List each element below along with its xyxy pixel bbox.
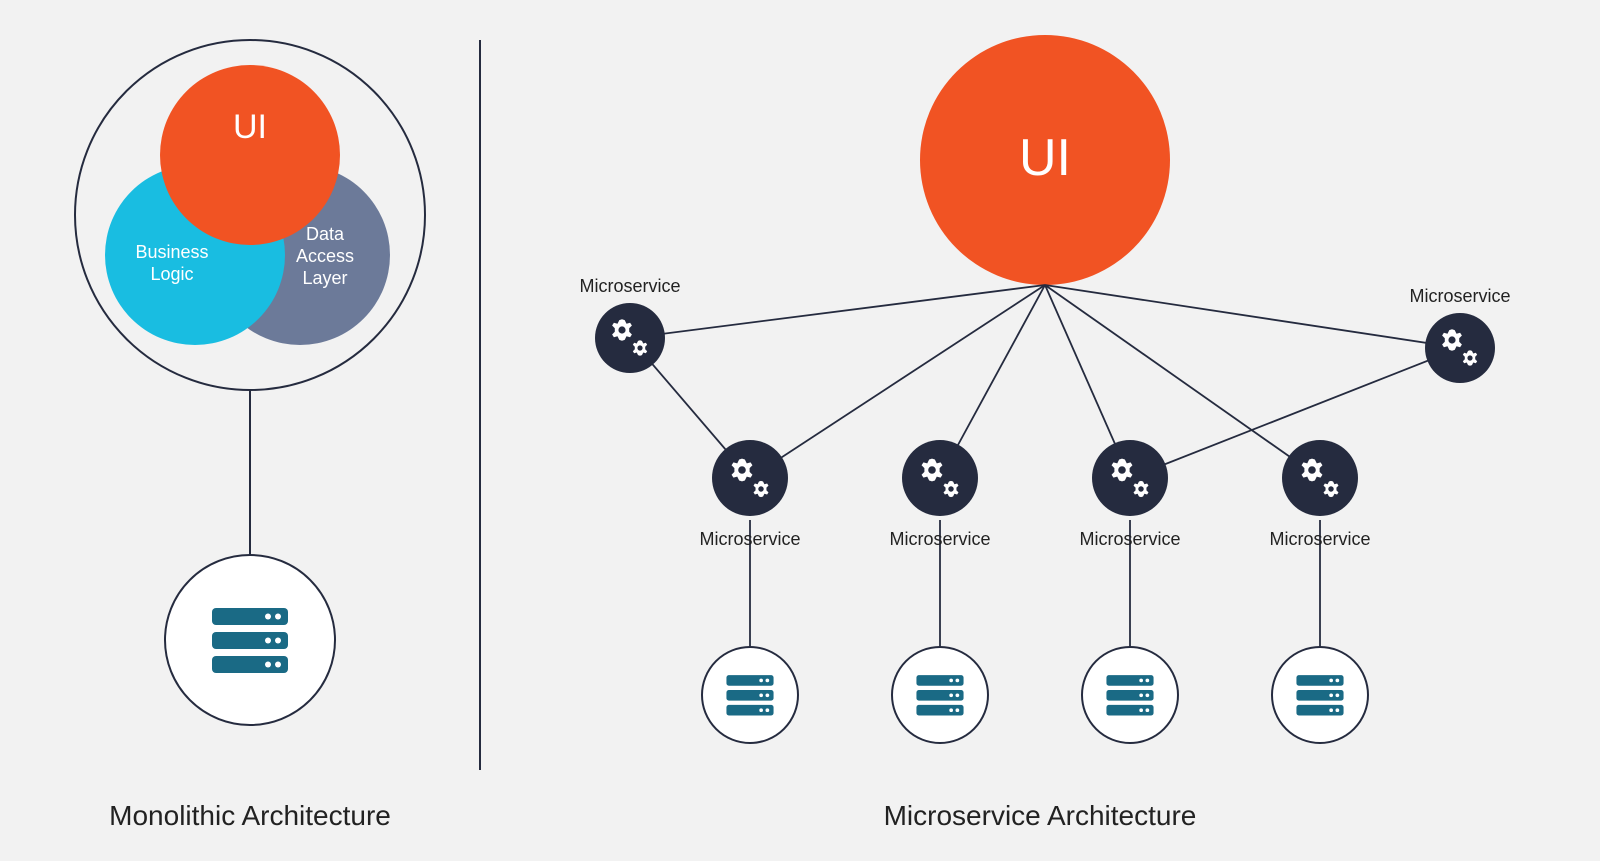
microservice-node-2: Microservice — [1409, 286, 1510, 383]
micro-db-1 — [702, 647, 798, 743]
micro-db-4 — [1272, 647, 1368, 743]
microservice-node-4: Microservice — [889, 440, 990, 549]
microservice-group: UI Microservice — [579, 35, 1510, 743]
line-ui-ms2 — [1045, 285, 1460, 348]
monolithic-title: Monolithic Architecture — [80, 800, 420, 832]
monolithic-group: UI Business Logic Data Access Layer — [75, 40, 425, 725]
ui-label-micro: UI — [1019, 129, 1071, 187]
micro-db-2 — [892, 647, 988, 743]
data-label-2: Access — [296, 246, 354, 266]
ui-label-mono: UI — [233, 108, 267, 146]
ms-label-3: Microservice — [699, 529, 800, 549]
ms-label-6: Microservice — [1269, 529, 1370, 549]
business-label-2: Logic — [150, 264, 193, 284]
business-label-1: Business — [135, 242, 208, 262]
ms-label-4: Microservice — [889, 529, 990, 549]
ms-label-5: Microservice — [1079, 529, 1180, 549]
microservice-node-5: Microservice — [1079, 440, 1180, 549]
microservice-node-6: Microservice — [1269, 440, 1370, 549]
database-icon — [916, 675, 963, 715]
line-ui-ms6 — [1045, 285, 1320, 478]
ms-label-2: Microservice — [1409, 286, 1510, 306]
data-label-3: Layer — [302, 268, 347, 288]
line-ui-ms1 — [630, 285, 1045, 338]
database-icon — [1106, 675, 1153, 715]
database-icon — [1296, 675, 1343, 715]
architecture-diagram: UI Business Logic Data Access Layer UI — [0, 0, 1600, 861]
database-icon — [212, 608, 288, 673]
ms-label-1: Microservice — [579, 276, 680, 296]
data-label-1: Data — [306, 224, 345, 244]
ui-circle-mono — [160, 65, 340, 245]
microservice-title: Microservice Architecture — [870, 800, 1210, 832]
micro-db-3 — [1082, 647, 1178, 743]
microservice-node-1: Microservice — [579, 276, 680, 373]
microservice-node-3: Microservice — [699, 440, 800, 549]
line-ui-ms3 — [750, 285, 1045, 478]
database-icon — [726, 675, 773, 715]
